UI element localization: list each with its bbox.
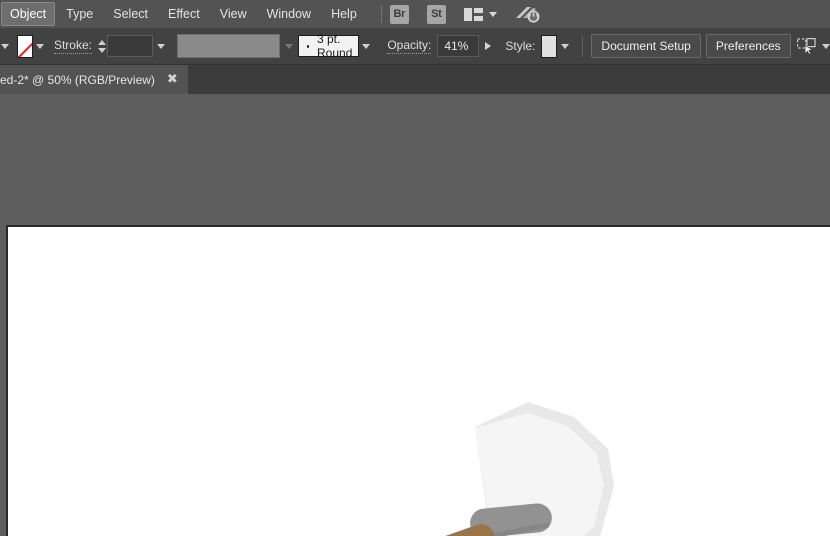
chevron-down-icon xyxy=(822,44,830,49)
stepper-up-icon xyxy=(98,40,106,45)
menu-item-object[interactable]: Object xyxy=(1,2,55,26)
menu-item-view[interactable]: View xyxy=(211,2,256,26)
brush-definition-label: 3 pt. Round xyxy=(317,32,354,60)
brush-dot-icon xyxy=(307,45,309,48)
preferences-button[interactable]: Preferences xyxy=(706,34,791,58)
menu-item-type[interactable]: Type xyxy=(57,2,102,26)
menu-item-select[interactable]: Select xyxy=(104,2,157,26)
bridge-icon[interactable]: Br xyxy=(390,5,409,24)
menu-bar: Object Type Select Effect View Window He… xyxy=(0,0,830,28)
menu-item-help[interactable]: Help xyxy=(322,2,366,26)
style-dropdown-button[interactable] xyxy=(557,44,572,49)
chevron-down-icon xyxy=(157,44,165,49)
canvas-area[interactable] xyxy=(0,94,830,536)
chevron-down-icon xyxy=(362,44,370,49)
menu-item-effect[interactable]: Effect xyxy=(159,2,209,26)
creative-cloud-icon[interactable] xyxy=(515,4,541,24)
select-similar-objects-icon xyxy=(797,38,817,54)
control-divider xyxy=(582,35,583,57)
menu-divider xyxy=(381,5,382,23)
graphic-style-swatch[interactable] xyxy=(541,35,557,58)
opacity-input[interactable]: 41% xyxy=(437,35,479,57)
document-setup-button[interactable]: Document Setup xyxy=(591,34,700,58)
arrow-right-icon[interactable] xyxy=(485,42,491,50)
width-profile-field[interactable] xyxy=(177,34,280,58)
artboard[interactable] xyxy=(6,225,830,536)
control-bar: Stroke: 3 pt. Round Opacity: 41% Style: xyxy=(0,28,830,65)
stroke-label: Stroke: xyxy=(54,38,92,54)
stroke-color-swatch[interactable] xyxy=(17,35,32,58)
stock-icon[interactable]: St xyxy=(427,5,446,24)
arrange-documents-icon[interactable] xyxy=(464,8,497,21)
stroke-weight-dropdown-button[interactable] xyxy=(153,44,170,49)
illustrator-window: Object Type Select Effect View Window He… xyxy=(0,0,830,536)
width-profile-dropdown-button[interactable] xyxy=(280,44,298,49)
fill-dropdown-button[interactable] xyxy=(0,44,10,49)
chevron-down-icon xyxy=(561,44,569,49)
brush-definition-field[interactable]: 3 pt. Round xyxy=(298,35,359,57)
chevron-down-icon xyxy=(1,44,9,49)
stepper-down-icon xyxy=(98,48,106,53)
chevron-down-icon xyxy=(36,44,44,49)
chevron-down-icon xyxy=(285,44,293,49)
document-tab-bar: ed-2* @ 50% (RGB/Preview) ✖ xyxy=(0,65,830,94)
document-tab[interactable]: ed-2* @ 50% (RGB/Preview) ✖ xyxy=(0,65,188,94)
style-label: Style: xyxy=(505,39,535,53)
arrange-glyph xyxy=(464,8,483,21)
stroke-weight-input[interactable] xyxy=(107,35,153,57)
chevron-down-icon xyxy=(489,12,497,17)
brush-dropdown-button[interactable] xyxy=(359,44,373,49)
cloud-glyph xyxy=(515,4,541,24)
select-similar-objects-button[interactable] xyxy=(797,38,830,54)
close-icon[interactable]: ✖ xyxy=(167,74,178,86)
opacity-label: Opacity: xyxy=(387,38,431,54)
document-tab-title: ed-2* @ 50% (RGB/Preview) xyxy=(0,73,155,87)
menu-item-window[interactable]: Window xyxy=(258,2,320,26)
broom-illustration[interactable] xyxy=(8,227,830,536)
stroke-weight-stepper[interactable] xyxy=(98,40,106,53)
stroke-swatch-dropdown-button[interactable] xyxy=(33,44,48,49)
